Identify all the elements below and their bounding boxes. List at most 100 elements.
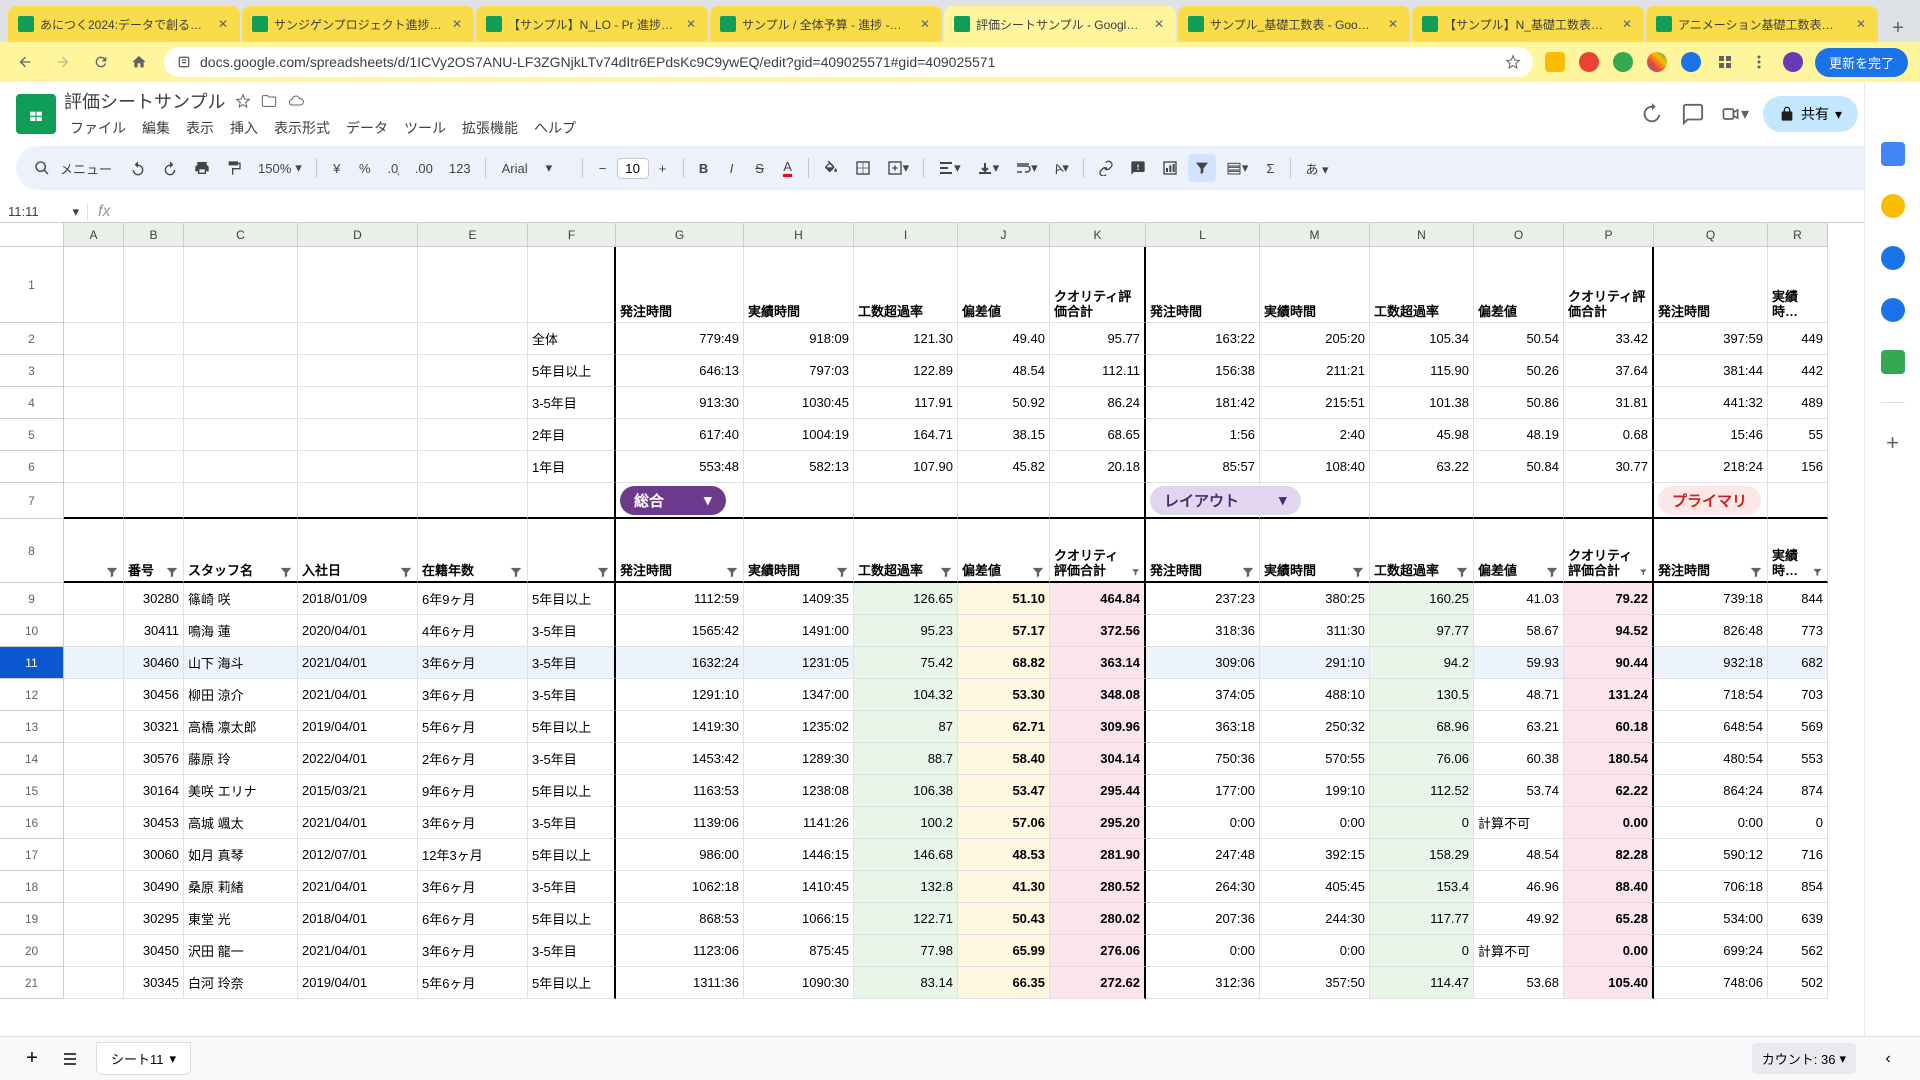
cell[interactable]: 797:03 xyxy=(744,355,854,387)
cell[interactable]: 東堂 光 xyxy=(184,903,298,935)
cell[interactable]: 58.67 xyxy=(1474,615,1564,647)
cell[interactable]: スタッフ名 xyxy=(184,519,298,583)
cell[interactable]: 30.77 xyxy=(1564,451,1654,483)
cell[interactable]: 489 xyxy=(1768,387,1828,419)
cell[interactable]: 502 xyxy=(1768,967,1828,999)
ext-icon-4[interactable] xyxy=(1647,52,1667,72)
cell[interactable]: 1409:35 xyxy=(744,583,854,615)
cell[interactable]: クオリティ評価合計 xyxy=(1050,247,1146,323)
font-size-decrease-button[interactable]: − xyxy=(591,154,615,182)
filter-dropdown-icon[interactable] xyxy=(279,565,293,579)
comment-icon[interactable] xyxy=(1679,100,1707,128)
chip-sougou[interactable]: 総合 ▾ xyxy=(620,486,726,515)
share-button[interactable]: 共有 ▾ xyxy=(1763,96,1858,132)
cell[interactable]: 藤原 玲 xyxy=(184,743,298,775)
cell[interactable]: 49.40 xyxy=(958,323,1050,355)
filter-dropdown-icon[interactable] xyxy=(399,565,413,579)
increase-decimal-button[interactable]: .00 xyxy=(409,154,439,182)
cell[interactable]: 569 xyxy=(1768,711,1828,743)
ext-icon-1[interactable] xyxy=(1545,52,1565,72)
cell[interactable]: 1112:59 xyxy=(616,583,744,615)
cell[interactable]: 68.96 xyxy=(1370,711,1474,743)
cell[interactable]: 45.82 xyxy=(958,451,1050,483)
cell[interactable] xyxy=(184,483,298,519)
cell[interactable]: 41.30 xyxy=(958,871,1050,903)
cell[interactable]: 5年6ヶ月 xyxy=(418,967,528,999)
cell[interactable]: 2020/04/01 xyxy=(298,615,418,647)
cell[interactable]: 88.40 xyxy=(1564,871,1654,903)
cell[interactable]: 218:24 xyxy=(1654,451,1768,483)
cell[interactable] xyxy=(124,419,184,451)
row-header[interactable]: 1 xyxy=(0,247,64,323)
column-header[interactable]: N xyxy=(1370,223,1474,247)
cell[interactable]: 実績時間 xyxy=(1260,247,1370,323)
row-header[interactable]: 18 xyxy=(0,871,64,903)
cell[interactable]: 発注時間 xyxy=(1146,519,1260,583)
cell[interactable]: 114.47 xyxy=(1370,967,1474,999)
cell[interactable]: 3-5年目 xyxy=(528,387,616,419)
cell[interactable]: 562 xyxy=(1768,935,1828,967)
tab-close-icon[interactable]: ✕ xyxy=(1854,17,1868,31)
cell[interactable]: 37.64 xyxy=(1564,355,1654,387)
cell[interactable]: 126.65 xyxy=(854,583,958,615)
cell[interactable]: 2018/01/09 xyxy=(298,583,418,615)
cell[interactable]: 山下 海斗 xyxy=(184,647,298,679)
cell[interactable]: 33.42 xyxy=(1564,323,1654,355)
calendar-icon[interactable] xyxy=(1881,142,1905,166)
cell[interactable]: 2:40 xyxy=(1260,419,1370,451)
cell[interactable]: 6年6ヶ月 xyxy=(418,903,528,935)
cell[interactable]: 480:54 xyxy=(1654,743,1768,775)
row-header[interactable]: 6 xyxy=(0,451,64,483)
cell[interactable] xyxy=(744,483,854,519)
cell[interactable]: 50.43 xyxy=(958,903,1050,935)
cell[interactable] xyxy=(418,387,528,419)
add-addon-icon[interactable]: + xyxy=(1881,431,1905,455)
cell[interactable] xyxy=(854,483,958,519)
cell[interactable]: 2015/03/21 xyxy=(298,775,418,807)
column-header[interactable]: R xyxy=(1768,223,1828,247)
filter-dropdown-icon[interactable] xyxy=(1749,565,1763,579)
cell[interactable]: 2019/04/01 xyxy=(298,711,418,743)
cell[interactable]: 発注時間 xyxy=(1146,247,1260,323)
browser-tab[interactable]: 評価シートサンプル - Googl…✕ xyxy=(944,6,1176,42)
cell[interactable]: 112.52 xyxy=(1370,775,1474,807)
column-header[interactable]: M xyxy=(1260,223,1370,247)
cell[interactable]: 1235:02 xyxy=(744,711,854,743)
cell[interactable]: 5年目以上 xyxy=(528,711,616,743)
cell[interactable]: 31.81 xyxy=(1564,387,1654,419)
cell[interactable]: 826:48 xyxy=(1654,615,1768,647)
row-header[interactable]: 15 xyxy=(0,775,64,807)
cell[interactable]: 392:15 xyxy=(1260,839,1370,871)
cell[interactable]: 55 xyxy=(1768,419,1828,451)
cell[interactable]: 372.56 xyxy=(1050,615,1146,647)
cell[interactable]: 48.53 xyxy=(958,839,1050,871)
cell[interactable]: 918:09 xyxy=(744,323,854,355)
cell[interactable]: 高城 颯太 xyxy=(184,807,298,839)
cell[interactable] xyxy=(184,323,298,355)
cell[interactable]: 68.65 xyxy=(1050,419,1146,451)
cell[interactable]: 177:00 xyxy=(1146,775,1260,807)
cell[interactable]: 2021/04/01 xyxy=(298,871,418,903)
cell[interactable]: 30490 xyxy=(124,871,184,903)
cell[interactable]: 107.90 xyxy=(854,451,958,483)
chip-primary[interactable]: プライマリ xyxy=(1658,486,1761,515)
cell[interactable]: 363.14 xyxy=(1050,647,1146,679)
cell[interactable]: 57.06 xyxy=(958,807,1050,839)
row-header[interactable]: 20 xyxy=(0,935,64,967)
home-button[interactable] xyxy=(126,49,152,75)
cell[interactable]: 281.90 xyxy=(1050,839,1146,871)
merge-button[interactable]: ▾ xyxy=(881,154,916,182)
cell[interactable]: 偏差値 xyxy=(958,247,1050,323)
cell[interactable]: 58.40 xyxy=(958,743,1050,775)
cell[interactable]: 380:25 xyxy=(1260,583,1370,615)
cell[interactable]: 0 xyxy=(1370,807,1474,839)
cell[interactable] xyxy=(184,451,298,483)
bold-button[interactable]: B xyxy=(692,154,716,182)
cell[interactable]: 3-5年目 xyxy=(528,743,616,775)
cell[interactable]: 工数超過率 xyxy=(854,247,958,323)
cell[interactable]: 117.77 xyxy=(1370,903,1474,935)
cell[interactable]: 全体 xyxy=(528,323,616,355)
column-header[interactable]: O xyxy=(1474,223,1564,247)
column-header[interactable]: A xyxy=(64,223,124,247)
cell[interactable]: 699:24 xyxy=(1654,935,1768,967)
